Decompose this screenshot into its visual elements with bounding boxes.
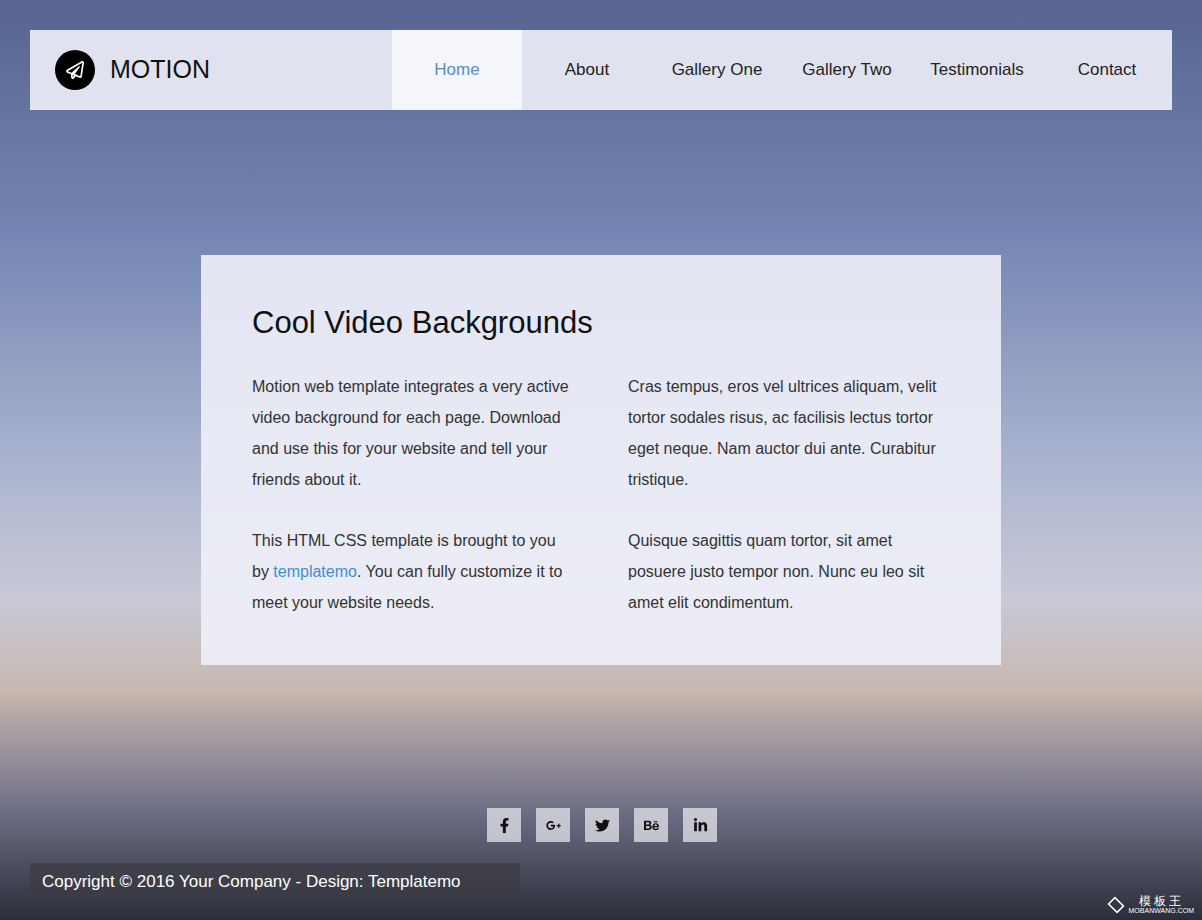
paragraph: This HTML CSS template is brought to you… [252,525,574,618]
card-title: Cool Video Backgrounds [252,303,950,343]
nav-item[interactable]: Gallery One [652,30,782,110]
content-card: Cool Video Backgrounds Motion web templat… [201,255,1001,665]
facebook-icon[interactable] [487,808,521,842]
card-column: Cras tempus, eros vel ultrices aliquam, … [628,371,950,618]
social-links [485,808,717,842]
nav-item[interactable]: Testimonials [912,30,1042,110]
paragraph: Cras tempus, eros vel ultrices aliquam, … [628,371,950,495]
behance-icon[interactable] [634,808,668,842]
templatemo-link[interactable]: templatemo [273,563,357,580]
copyright: Copyright © 2016 Your Company - Design: … [42,869,461,895]
paper-plane-icon [55,50,95,90]
watermark: 模板王MOBANWANG.COM [1107,895,1194,914]
footer: Copyright © 2016 Your Company - Design: … [30,863,520,900]
google-plus-icon[interactable] [536,808,570,842]
nav-item[interactable]: Home [392,30,522,110]
page: MOTION HomeAboutGallery OneGallery TwoTes… [0,0,1202,920]
brand[interactable]: MOTION [30,30,392,110]
card-columns: Motion web template integrates a very ac… [252,371,950,618]
watermark-logo-icon [1107,896,1124,913]
nav-item[interactable]: Gallery Two [782,30,912,110]
card-column: Motion web template integrates a very ac… [252,371,574,618]
twitter-icon[interactable] [585,808,619,842]
watermark-url: MOBANWANG.COM [1129,907,1194,914]
brand-name: MOTION [110,51,210,89]
paragraph: Quisque sagittis quam tortor, sit amet p… [628,525,950,618]
nav-item[interactable]: Contact [1042,30,1172,110]
nav-bar: MOTION HomeAboutGallery OneGallery TwoTes… [30,30,1172,110]
paragraph: Motion web template integrates a very ac… [252,371,574,495]
linkedin-icon[interactable] [683,808,717,842]
nav-item[interactable]: About [522,30,652,110]
watermark-title: 模板王 [1139,895,1184,907]
